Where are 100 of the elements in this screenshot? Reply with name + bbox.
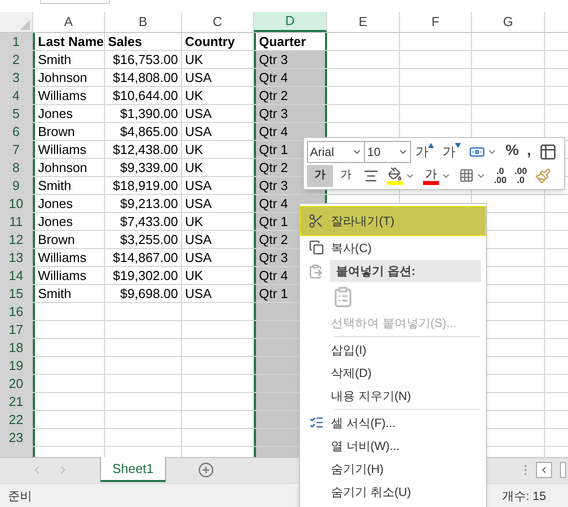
row-header[interactable]: 9 — [0, 177, 33, 194]
font-size-dropdown[interactable]: 10 — [365, 140, 412, 162]
row-header[interactable]: 7 — [0, 141, 33, 158]
row-header[interactable]: 6 — [0, 123, 33, 140]
row-header[interactable]: 1 — [0, 33, 33, 50]
table-cell-text: USA — [184, 285, 213, 302]
table-cell-text: USA — [184, 105, 213, 122]
table-cell-text: $3,255.00 — [119, 231, 179, 248]
row-header[interactable]: 12 — [0, 231, 33, 248]
table-cell-text: Williams — [37, 267, 88, 284]
increase-decimal-button[interactable]: .0 .00 — [490, 164, 511, 186]
menu-section-header: 붙여넣기 옵션: — [330, 260, 481, 282]
row-header[interactable]: 14 — [0, 267, 33, 284]
table-cell: Qtr 4 — [256, 123, 325, 140]
table-cell-text: Williams — [37, 87, 88, 104]
table-cell: Qtr 2 — [256, 87, 325, 104]
column-title: Sales — [107, 33, 143, 50]
comma-button[interactable]: , — [522, 140, 535, 162]
table-cell-text: Brown — [37, 231, 76, 248]
table-cell-text: $1,390.00 — [119, 105, 179, 122]
table-cell-text: UK — [184, 159, 204, 176]
table-cell: Qtr 3 — [256, 51, 325, 68]
row-header[interactable]: 13 — [0, 249, 33, 266]
row-header[interactable]: 15 — [0, 285, 33, 302]
row-header[interactable]: 20 — [0, 375, 33, 392]
row-header[interactable]: 19 — [0, 357, 33, 374]
table-cell-text: Williams — [37, 249, 88, 266]
shrink-font-button[interactable]: 가 — [438, 140, 466, 162]
table-cell-text: Johnson — [37, 159, 88, 176]
table-cell-text: $7,433.00 — [119, 213, 179, 230]
count-text: 개수: 15 — [502, 488, 546, 504]
table-cell-text: UK — [184, 87, 204, 104]
table-cell-text: Brown — [37, 123, 76, 140]
menu-item[interactable]: 잘라내기(T) — [300, 206, 486, 236]
menu-item[interactable]: 내용 지우기(N) — [300, 384, 486, 407]
table-cell-text: $19,302.00 — [112, 267, 179, 284]
grow-font-button[interactable]: 가 — [411, 140, 438, 162]
font-color-letter: 가 — [425, 166, 437, 180]
table-cell: Qtr 4 — [256, 69, 325, 86]
row-header[interactable]: 17 — [0, 321, 33, 338]
table-cell-text: $16,753.00 — [112, 51, 179, 68]
column-header[interactable]: D — [254, 12, 327, 32]
row-header[interactable]: 23 — [0, 429, 33, 446]
table-cell-text: Smith — [37, 177, 72, 194]
table-cell-text: USA — [184, 177, 213, 194]
row-header[interactable]: 22 — [0, 411, 33, 428]
row-header[interactable]: 11 — [0, 213, 33, 230]
row-header[interactable]: 10 — [0, 195, 33, 212]
row-header[interactable]: 2 — [0, 51, 33, 68]
percent-button[interactable]: % — [501, 140, 523, 162]
table-cell-text: USA — [184, 123, 213, 140]
menu-item[interactable]: 삭제(D) — [300, 361, 486, 384]
row-header[interactable]: 16 — [0, 303, 33, 320]
menu-item[interactable]: 숨기기 취소(U) — [300, 480, 486, 503]
table-cell-text: $9,339.00 — [119, 159, 179, 176]
table-cell-text: USA — [184, 195, 213, 212]
table-cell-text: $9,213.00 — [119, 195, 179, 212]
row-header[interactable]: 8 — [0, 159, 33, 176]
table-cell-text: UK — [184, 213, 204, 230]
table-cell-text: Smith — [37, 51, 72, 68]
table-cell-text: UK — [184, 141, 204, 158]
menu-item[interactable]: 숨기기(H) — [300, 457, 486, 480]
menu-item[interactable]: 삽입(I) — [300, 338, 486, 361]
table-cell-text: Jones — [37, 105, 74, 122]
row-header[interactable]: 3 — [0, 69, 33, 86]
table-cell-text: $4,865.00 — [119, 123, 179, 140]
sheet-tab[interactable]: Sheet1 — [100, 457, 166, 482]
table-cell-text: Jones — [37, 213, 74, 230]
table-cell-text: Johnson — [37, 69, 88, 86]
bold-button[interactable]: 가 — [307, 164, 333, 186]
table-cell-text: Smith — [37, 285, 72, 302]
table-cell: Qtr 3 — [256, 105, 325, 122]
column-title: Quarter — [258, 33, 307, 50]
table-cell-text: $14,867.00 — [112, 249, 179, 266]
font-dropdown[interactable]: Arial — [307, 140, 366, 162]
row-header[interactable]: 21 — [0, 393, 33, 410]
column-title: Last Name — [37, 33, 104, 50]
menu-item[interactable]: 셀 서식(F)... — [300, 411, 486, 434]
table-cell-text: $10,644.00 — [112, 87, 179, 104]
row-header[interactable]: 5 — [0, 105, 33, 122]
table-cell-text: USA — [184, 69, 213, 86]
table-cell-text: $14,808.00 — [112, 69, 179, 86]
row-header[interactable]: 4 — [0, 87, 33, 104]
menu-item[interactable]: 열 너비(W)... — [300, 434, 486, 457]
row-header[interactable]: 18 — [0, 339, 33, 356]
status-text: 준비 — [8, 488, 32, 504]
column-title: Country — [184, 33, 236, 50]
table-cell-text: Williams — [37, 141, 88, 158]
decrease-decimal-button[interactable]: .00 .0 — [510, 164, 532, 186]
font-color-button[interactable]: 가 — [419, 164, 455, 186]
table-cell-text: UK — [184, 267, 204, 284]
table-cell-text: UK — [184, 51, 204, 68]
table-cell-text: $12,438.00 — [112, 141, 179, 158]
table-cell-text: USA — [184, 231, 213, 248]
table-cell-text: USA — [184, 249, 213, 266]
table-cell-text: Jones — [37, 195, 74, 212]
table-cell-text: $18,919.00 — [112, 177, 179, 194]
table-cell-text: $9,698.00 — [119, 285, 179, 302]
italic-button[interactable]: 가 — [333, 164, 359, 186]
font-size: 10 — [367, 144, 381, 160]
